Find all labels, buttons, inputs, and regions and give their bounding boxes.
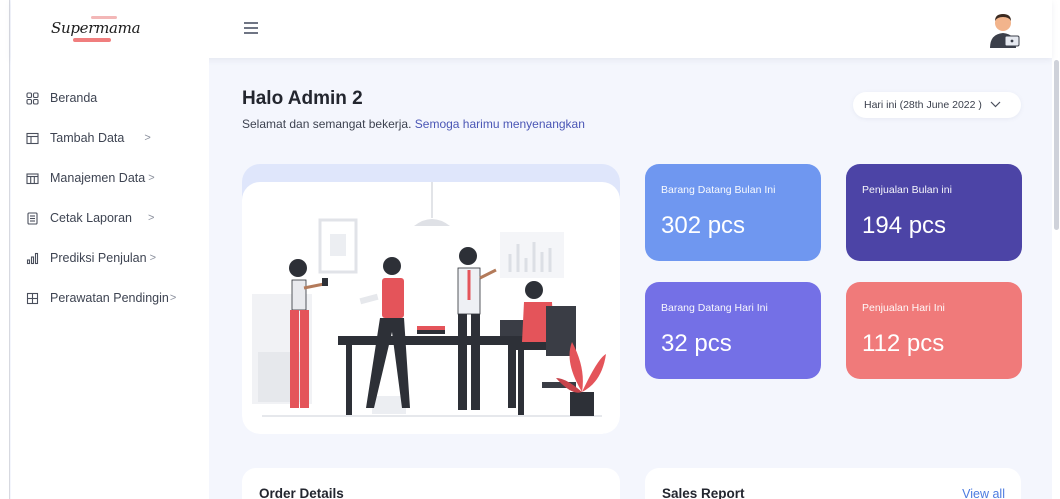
- chevron-right-icon: >: [148, 212, 155, 224]
- view-all-link[interactable]: View all: [962, 487, 1005, 499]
- bar-chart-icon: [25, 251, 39, 265]
- sales-report-card: Sales Report View all: [645, 468, 1021, 499]
- page-title: Halo Admin 2: [242, 88, 363, 109]
- page-subtitle: Selamat dan semangat bekerja. Semoga har…: [242, 117, 585, 131]
- stat-value: 302 pcs: [661, 212, 746, 239]
- stat-value: 112 pcs: [862, 330, 945, 357]
- brand-logo[interactable]: Supermama: [51, 14, 141, 44]
- subtitle-text: Selamat dan semangat bekerja.: [242, 117, 415, 131]
- card-title: Order Details: [259, 486, 344, 499]
- logo-underline: [73, 38, 111, 42]
- user-avatar-icon[interactable]: [987, 12, 1021, 48]
- stat-label: Barang Datang Bulan Ini: [661, 184, 776, 196]
- grid-icon: [25, 91, 39, 105]
- sidebar-item-beranda[interactable]: Beranda: [25, 88, 97, 108]
- sidebar-item-label: Perawatan Pendingin: [50, 291, 169, 305]
- page-scrollbar[interactable]: [1052, 0, 1060, 499]
- chevron-right-icon: >: [144, 132, 151, 144]
- scrollbar-thumb[interactable]: [1054, 60, 1059, 230]
- stat-label: Barang Datang Hari Ini: [661, 302, 768, 314]
- sidebar-item-perawatan-pendingin[interactable]: Perawatan Pendingin >: [25, 288, 176, 308]
- columns-icon: [25, 171, 39, 185]
- sidebar-item-label: Tambah Data: [50, 131, 125, 145]
- sidebar: Beranda Tambah Data > Manajemen Data > C…: [11, 58, 209, 499]
- sidebar-item-cetak-laporan[interactable]: Cetak Laporan >: [25, 208, 154, 228]
- chevron-down-icon: [990, 99, 1001, 111]
- stat-value: 32 pcs: [661, 330, 732, 357]
- chevron-right-icon: >: [149, 252, 157, 264]
- sidebar-item-label: Manajemen Data: [50, 171, 146, 185]
- logo-text: Supermama: [51, 19, 141, 37]
- sidebar-item-label: Beranda: [50, 91, 98, 105]
- sidebar-item-tambah-data[interactable]: Tambah Data >: [25, 128, 151, 148]
- stat-card-barang-datang-bulan[interactable]: Barang Datang Bulan Ini 302 pcs: [645, 164, 821, 261]
- date-filter-dropdown[interactable]: Hari ini (28th June 2022 ): [853, 92, 1021, 118]
- stat-value: 194 pcs: [862, 212, 947, 239]
- stat-label: Penjualan Hari Ini: [862, 302, 945, 314]
- date-filter-label: Hari ini (28th June 2022 ): [864, 99, 982, 111]
- stat-card-penjualan-bulan[interactable]: Penjualan Bulan ini 194 pcs: [846, 164, 1022, 261]
- sidebar-item-manajemen-data[interactable]: Manajemen Data >: [25, 168, 155, 188]
- window-edge: [0, 0, 10, 499]
- sidebar-item-prediksi-penjulan[interactable]: Prediksi Penjulan >: [25, 248, 156, 268]
- chevron-right-icon: >: [169, 292, 177, 304]
- hero-illustration: [242, 182, 620, 434]
- box-grid-icon: [25, 291, 39, 305]
- top-bar: Supermama: [11, 0, 1052, 58]
- sidebar-item-label: Prediksi Penjulan: [50, 251, 147, 265]
- order-details-card: Order Details: [242, 468, 620, 499]
- sidebar-item-label: Cetak Laporan: [50, 211, 133, 225]
- document-icon: [25, 211, 39, 225]
- chevron-right-icon: >: [148, 172, 155, 184]
- stat-label: Penjualan Bulan ini: [862, 184, 952, 196]
- table-icon: [25, 131, 39, 145]
- hamburger-icon[interactable]: [244, 22, 258, 34]
- office-team-illustration: [252, 182, 606, 417]
- subtitle-accent-text: Semoga harimu menyenangkan: [414, 117, 585, 131]
- card-title: Sales Report: [662, 486, 745, 499]
- stat-card-barang-datang-hari[interactable]: Barang Datang Hari Ini 32 pcs: [645, 282, 821, 379]
- stat-card-penjualan-hari[interactable]: Penjualan Hari Ini 112 pcs: [846, 282, 1022, 379]
